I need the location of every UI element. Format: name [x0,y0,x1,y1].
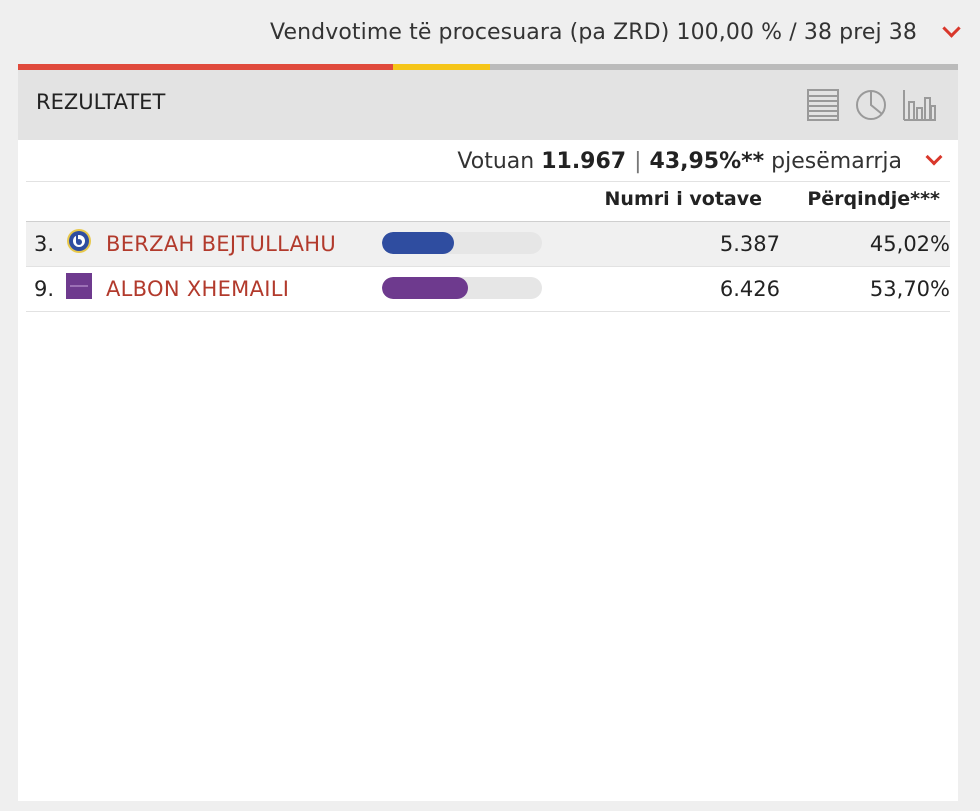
divider [26,181,950,182]
results-title: REZULTATET [36,90,166,114]
party-logo-icon [66,273,92,299]
vote-share-fill [382,277,468,299]
pie-chart-icon[interactable] [854,88,888,122]
processed-stations-text: Vendvotime të procesuara (pa ZRD) 100,00… [270,19,917,45]
results-panel: REZULTATET Votuan 11.967 | 43,95%** pjes… [18,70,958,801]
turnout-percent: 43,95%** [649,148,765,174]
vote-share-fill [382,232,455,254]
turnout-summary[interactable]: Votuan 11.967 | 43,95%** pjesëmarrja [457,142,943,180]
candidate-percent: 53,70% [869,277,950,301]
table-view-icon[interactable] [806,88,840,122]
turnout-votes: 11.967 [541,148,627,174]
results-header: REZULTATET [18,70,958,140]
candidate-votes: 6.426 [719,277,780,301]
vote-share-bar [382,232,542,254]
table-row[interactable]: 3. BERZAH BEJTULLAHU 5.387 45,02% [26,222,950,267]
turnout-suffix: pjesëmarrja [771,148,902,174]
candidate-name[interactable]: BERZAH BEJTULLAHU [106,232,336,256]
chevron-down-icon[interactable] [925,148,943,166]
vote-share-bar [382,277,542,299]
chevron-down-icon[interactable] [942,18,961,38]
candidate-number: 9. [34,277,55,301]
column-votes-header: Numri i votave [604,188,762,210]
candidate-percent: 45,02% [869,232,950,256]
turnout-label: Votuan [457,148,535,174]
column-percent-header: Përqindje*** [807,188,940,210]
candidate-name[interactable]: ALBON XHEMAILI [106,277,289,301]
party-logo-icon [67,229,91,253]
processed-stations-bar[interactable]: Vendvotime të procesuara (pa ZRD) 100,00… [0,0,980,64]
bar-chart-icon[interactable] [902,88,938,122]
table-row[interactable]: 9. ALBON XHEMAILI 6.426 53,70% [26,267,950,312]
candidate-number: 3. [34,232,55,256]
view-toolbar [806,88,938,122]
turnout-separator: | [634,148,642,174]
candidates-table: 3. BERZAH BEJTULLAHU 5.387 45,02% 9. ALB… [26,222,950,312]
candidate-votes: 5.387 [719,232,780,256]
